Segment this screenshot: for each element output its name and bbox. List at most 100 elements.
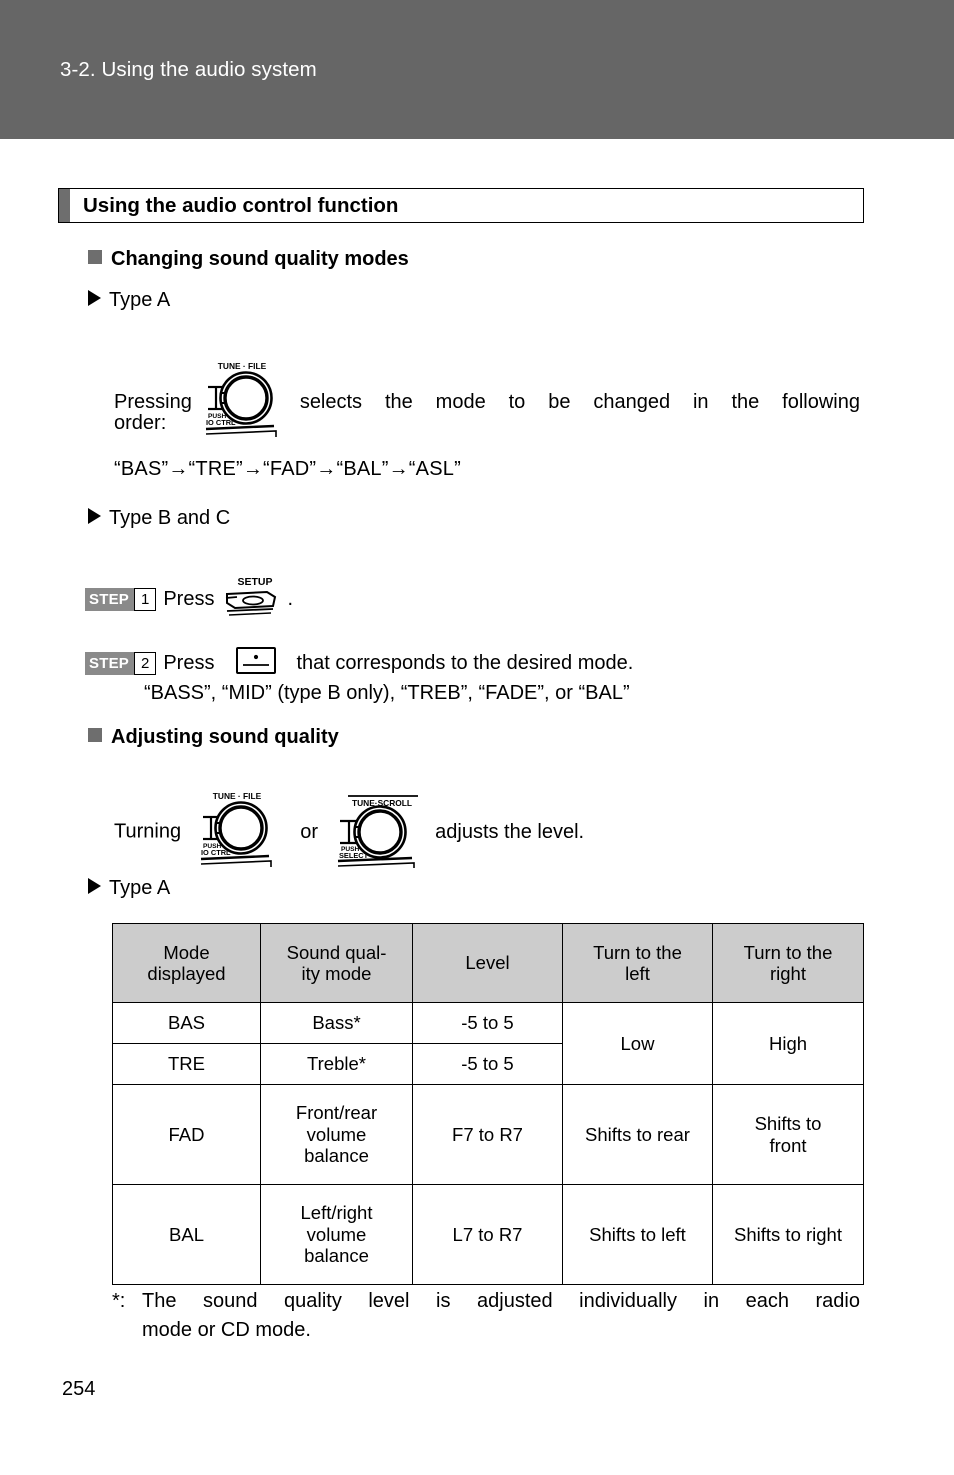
heading-adjusting-sound-quality: Adjusting sound quality xyxy=(88,726,339,749)
table-header-turn-left: Turn to the left xyxy=(562,923,713,1003)
pressing-instruction: Pressing TUNE · FILE PUSH IO CTRL select… xyxy=(114,360,860,444)
table-header-turn-right: Turn to the right xyxy=(712,923,864,1003)
svg-text:IO CTRL: IO CTRL xyxy=(206,418,236,427)
cell-sound-quality-mode: Bass* xyxy=(260,1002,413,1044)
table-header-turn-left-line1: Turn to the xyxy=(593,941,682,963)
cell-turn-left: Shifts to rear xyxy=(562,1084,713,1185)
turning-instruction: Turning TUNE · FILE PUSH IO CTRL or TUNE… xyxy=(114,790,584,874)
table-header-turn-right-line2: right xyxy=(770,963,806,984)
cell-sound-quality-mode: Front/rear volume balance xyxy=(260,1084,413,1185)
mode-order-sequence-text: “BAS”→“TRE”→“FAD”→“BAL”→“ASL” xyxy=(114,458,461,480)
svg-text:TUNE · FILE: TUNE · FILE xyxy=(218,361,267,371)
type-a-label-changing: Type A xyxy=(88,289,170,312)
cell-mode: FAD xyxy=(112,1084,261,1185)
cell-sound-quality-mode: Treble* xyxy=(260,1043,413,1085)
footnote: *: The sound quality level is adjusted i… xyxy=(112,1287,860,1345)
section-title-label: Using the audio control function xyxy=(83,193,399,217)
pressing-suffix-text: selects the mode to be changed in the fo… xyxy=(299,390,860,413)
cell-level: -5 to 5 xyxy=(412,1043,563,1085)
svg-text:SELECT: SELECT xyxy=(339,851,369,860)
page-header-band: 3-2. Using the audio system xyxy=(0,0,954,139)
turning-prefix-text: Turning xyxy=(114,820,182,843)
table-header-level-text: Level xyxy=(465,952,510,974)
tune-file-knob-icon: TUNE · FILE PUSH IO CTRL xyxy=(202,360,294,444)
square-bullet-icon xyxy=(88,728,102,742)
table-header-sound-quality-mode: Sound qual- ity mode xyxy=(260,923,413,1003)
step-1-badge-word: STEP xyxy=(85,587,134,611)
type-b-and-c-label: Type B and C xyxy=(88,507,230,530)
table-row: BAS Bass* -5 to 5 Low High xyxy=(112,1002,864,1085)
step-2-press-text: Press xyxy=(163,651,215,674)
section-title-box: Using the audio control function xyxy=(58,188,864,223)
cell-turn-right: Shifts to right xyxy=(712,1184,864,1285)
chapter-title: 3-2. Using the audio system xyxy=(60,58,317,81)
table-header-sound-quality-mode-line2: ity mode xyxy=(301,963,372,984)
step-2-modes-line: “BASS”, “MID” (type B only), “TREB”, “FA… xyxy=(144,682,630,705)
step-1-row: STEP 1 Press SETUP . xyxy=(85,573,293,625)
tune-scroll-knob-icon: TUNE·SCROLL PUSH SELECT xyxy=(332,790,424,874)
pressing-prefix-text: Pressing xyxy=(114,390,192,413)
cell-mode: BAS xyxy=(112,1002,261,1044)
table-header-turn-left-line2: left xyxy=(625,963,650,984)
preset-button-icon xyxy=(234,644,278,682)
step-1-badge: STEP 1 xyxy=(85,587,157,611)
triangle-bullet-icon xyxy=(88,290,101,306)
page-number: 254 xyxy=(62,1378,96,1400)
section-accent-bar xyxy=(59,189,70,222)
footnote-mark: *: xyxy=(112,1290,126,1312)
turning-or-text: or xyxy=(300,820,318,843)
cell-sound-quality-mode: Left/right volume balance xyxy=(260,1184,413,1285)
table-header-turn-right-line1: Turn to the xyxy=(743,941,833,963)
heading-adjusting-sound-quality-label: Adjusting sound quality xyxy=(111,726,339,748)
cell-turn-right-line1: Shifts to xyxy=(754,1113,822,1135)
sound-quality-table: Mode displayed Sound qual- ity mode Leve… xyxy=(112,923,864,1285)
table-header-mode-displayed: Mode displayed xyxy=(112,923,261,1003)
svg-text:IO CTRL: IO CTRL xyxy=(201,848,231,857)
cell-turn-left: Low xyxy=(562,1002,713,1085)
pressing-instruction-line2-text: order: xyxy=(114,412,167,434)
step-2-badge: STEP 2 xyxy=(85,651,157,675)
cell-level: F7 to R7 xyxy=(412,1084,563,1185)
triangle-bullet-icon xyxy=(88,508,101,524)
cell-level: L7 to R7 xyxy=(412,1184,563,1285)
step-2-instruction-text: that corresponds to the desired mode. xyxy=(296,651,634,674)
svg-text:TUNE · FILE: TUNE · FILE xyxy=(212,791,261,801)
type-a-label-changing-text: Type A xyxy=(109,289,171,311)
step-2-modes-line-text: “BASS”, “MID” (type B only), “TREB”, “FA… xyxy=(144,682,630,704)
cell-turn-right-line2: front xyxy=(769,1134,807,1156)
table-header-level: Level xyxy=(412,923,563,1003)
footnote-line1: The sound quality level is adjusted indi… xyxy=(142,1290,860,1312)
step-1-badge-number: 1 xyxy=(133,587,157,611)
cell-mode: BAL xyxy=(112,1184,261,1285)
turning-suffix-text: adjusts the level. xyxy=(435,820,585,843)
table-header-mode-displayed-line2: displayed xyxy=(147,963,226,984)
cell-sound-quality-mode-line1: Front/rear xyxy=(295,1102,378,1124)
step-2-badge-number: 2 xyxy=(133,651,157,675)
step-2-badge-word: STEP xyxy=(85,651,134,675)
footnote-line2: mode or CD mode. xyxy=(142,1319,311,1341)
step-2-row: STEP 2 Press that corresponds to the des… xyxy=(85,644,633,682)
table-row: FAD Front/rear volume balance F7 to R7 S… xyxy=(112,1084,864,1185)
heading-changing-sound-quality-modes-label: Changing sound quality modes xyxy=(111,248,409,270)
footnote-body: The sound quality level is adjusted indi… xyxy=(142,1287,860,1345)
cell-sound-quality-mode-line3: balance xyxy=(304,1145,369,1167)
step-1-period: . xyxy=(287,587,294,610)
mode-order-sequence: “BAS”→“TRE”→“FAD”→“BAL”→“ASL” xyxy=(114,458,461,481)
table-header-row: Mode displayed Sound qual- ity mode Leve… xyxy=(112,923,864,1003)
cell-mode: TRE xyxy=(112,1043,261,1085)
svg-text:SETUP: SETUP xyxy=(238,576,273,588)
cell-turn-right: High xyxy=(712,1002,864,1085)
table-row: BAL Left/right volume balance L7 to R7 S… xyxy=(112,1184,864,1285)
pressing-instruction-line2: order: xyxy=(114,412,166,435)
setup-button-icon: SETUP xyxy=(223,573,283,625)
tune-file-knob-icon: TUNE · FILE PUSH IO CTRL xyxy=(197,790,289,874)
table-header-sound-quality-mode-line1: Sound qual- xyxy=(286,941,387,963)
step-1-press-text: Press xyxy=(163,587,215,610)
square-bullet-icon xyxy=(88,250,102,264)
type-a-label-adjusting: Type A xyxy=(88,877,170,900)
cell-sound-quality-mode-line2: volume xyxy=(306,1223,367,1245)
heading-changing-sound-quality-modes: Changing sound quality modes xyxy=(88,248,409,271)
cell-sound-quality-mode-line3: balance xyxy=(304,1245,369,1267)
cell-sound-quality-mode-line2: volume xyxy=(306,1123,367,1145)
type-b-and-c-label-text: Type B and C xyxy=(109,507,231,529)
